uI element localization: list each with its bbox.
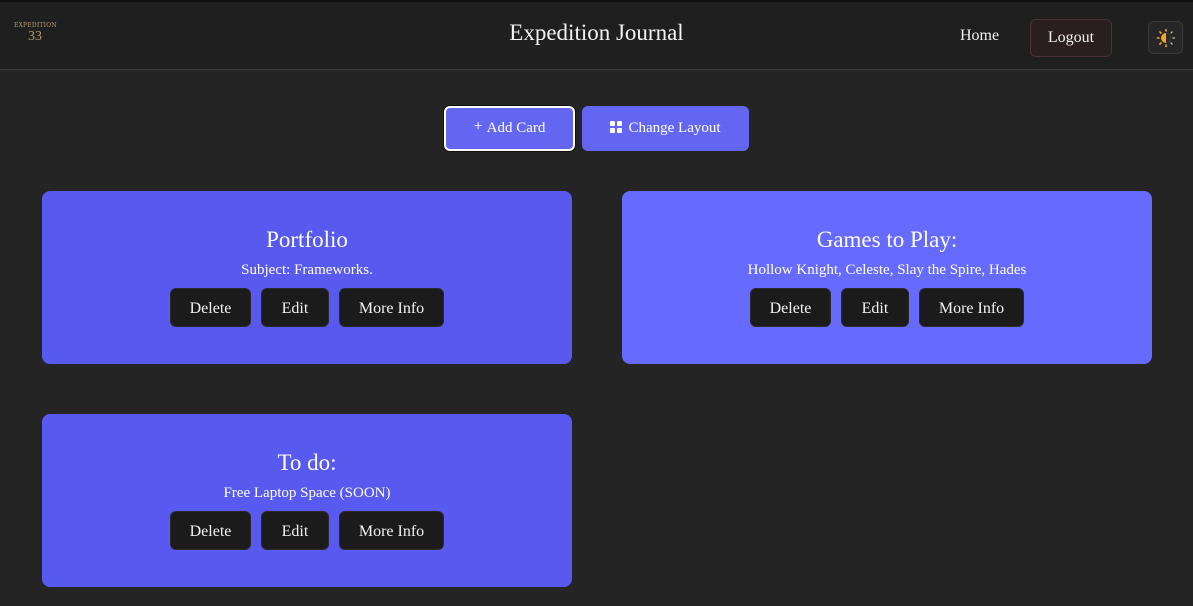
card-games-to-play: Games to Play: Hollow Knight, Celeste, S… (622, 191, 1152, 364)
change-layout-button[interactable]: Change Layout (582, 106, 749, 151)
top-navbar: EXPEDITION 33 Expedition Journal Home Lo… (0, 0, 1193, 70)
edit-button[interactable]: Edit (261, 288, 329, 327)
card-actions: Delete Edit More Info (42, 511, 572, 550)
card-subject: Hollow Knight, Celeste, Slay the Spire, … (747, 262, 1027, 278)
more-info-button[interactable]: More Info (339, 288, 444, 327)
card-title: Games to Play: (816, 227, 958, 252)
delete-button[interactable]: Delete (750, 288, 831, 327)
theme-toggle-button[interactable] (1148, 21, 1183, 54)
card-actions: Delete Edit More Info (622, 288, 1152, 327)
logout-button[interactable]: Logout (1030, 19, 1112, 57)
grid-icon (610, 121, 623, 133)
card-subject: Subject: Frameworks. (241, 262, 373, 278)
change-layout-label: Change Layout (628, 120, 721, 136)
more-info-button[interactable]: More Info (919, 288, 1024, 327)
delete-button[interactable]: Delete (170, 511, 251, 550)
nav-home-link[interactable]: Home (960, 27, 999, 45)
card-portfolio: Portfolio Subject: Frameworks. Delete Ed… (42, 191, 572, 364)
card-actions: Delete Edit More Info (42, 288, 572, 327)
card-subject: Free Laptop Space (SOON) (223, 485, 391, 501)
add-card-label: Add Card (486, 120, 546, 136)
delete-button[interactable]: Delete (170, 288, 251, 327)
more-info-button[interactable]: More Info (339, 511, 444, 550)
sun-moon-icon (1156, 28, 1175, 47)
app-title: Expedition Journal (509, 20, 684, 45)
plus-icon: + (473, 118, 483, 135)
card-to-do: To do: Free Laptop Space (SOON) Delete E… (42, 414, 572, 587)
edit-button[interactable]: Edit (261, 511, 329, 550)
add-card-button[interactable]: + Add Card (444, 106, 575, 151)
card-title: Portfolio (266, 227, 348, 252)
card-title: To do: (277, 450, 337, 475)
edit-button[interactable]: Edit (841, 288, 909, 327)
